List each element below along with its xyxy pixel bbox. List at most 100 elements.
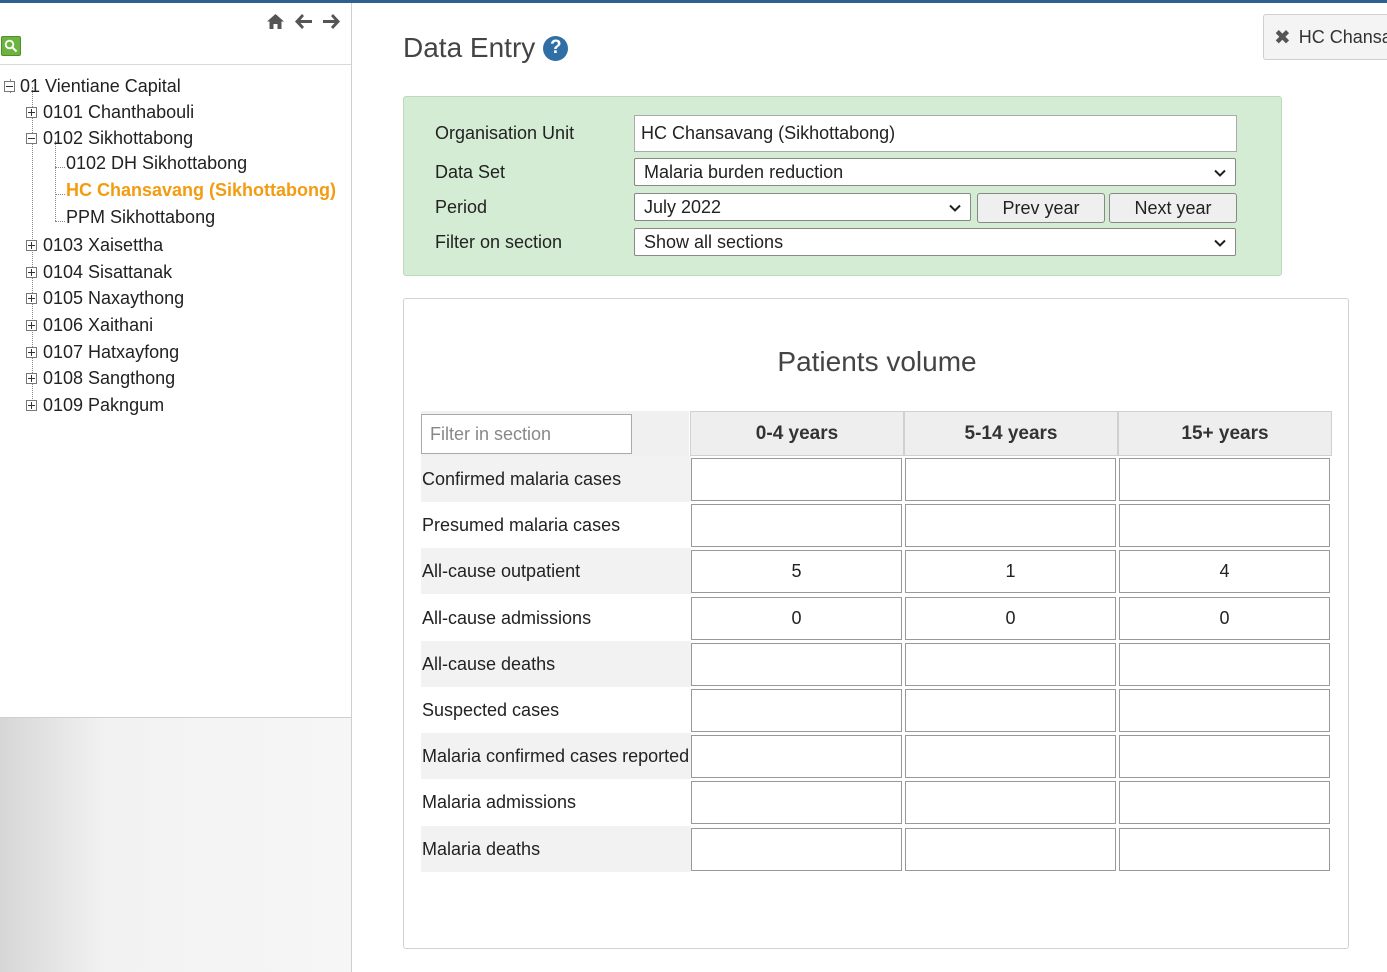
prev-year-button[interactable]: Prev year [977, 193, 1105, 223]
data-entry-cell[interactable] [1119, 504, 1330, 548]
tree-connector [55, 221, 65, 222]
row-label: All-cause deaths [421, 640, 691, 687]
chevron-down-icon [1214, 169, 1226, 177]
data-entry-cell[interactable] [1119, 781, 1330, 825]
tree-node-hc-chansavang-selected[interactable]: HC Chansavang (Sikhottabong) [66, 178, 336, 202]
home-icon[interactable] [265, 11, 285, 31]
chevron-down-icon [949, 204, 961, 212]
data-entry-cell[interactable]: 0 [905, 596, 1116, 640]
expand-toggle-icon[interactable] [26, 267, 37, 278]
row-label: Malaria confirmed cases reported [421, 733, 691, 780]
org-unit-field[interactable]: HC Chansavang (Sikhottabong) [634, 115, 1237, 152]
expand-toggle-icon[interactable] [26, 240, 37, 251]
tree-connector [55, 194, 65, 195]
column-header: 0-4 years [690, 411, 904, 456]
data-entry-cell[interactable] [905, 827, 1116, 871]
data-entry-cell[interactable] [905, 642, 1116, 686]
close-icon[interactable]: ✖ [1274, 25, 1291, 50]
arrow-left-icon[interactable] [293, 11, 313, 31]
data-entry-cell[interactable]: 0 [691, 596, 902, 640]
tree-node-label: HC Chansavang (Sikhottabong) [66, 180, 337, 200]
data-entry-cell[interactable]: 0 [1119, 596, 1330, 640]
tree-node-hatxayfong[interactable]: 0107 Hatxayfong [26, 340, 179, 364]
data-entry-cell[interactable] [905, 689, 1116, 732]
data-entry-cell[interactable] [1119, 689, 1330, 732]
tree-node-sisattanak[interactable]: 0104 Sisattanak [26, 260, 172, 284]
data-entry-cell[interactable] [691, 458, 902, 501]
row-label: Presumed malaria cases [422, 515, 621, 536]
period-select[interactable]: July 2022 [634, 193, 971, 221]
tree-node-xaisettha[interactable]: 0103 Xaisettha [26, 233, 163, 257]
data-entry-cell[interactable]: 1 [905, 550, 1116, 594]
arrow-right-icon[interactable] [321, 11, 341, 31]
tree-search-button[interactable] [1, 36, 21, 56]
data-entry-cell[interactable] [1119, 458, 1330, 501]
data-entry-cell[interactable] [691, 735, 902, 779]
sidebar-empty-area [0, 717, 351, 972]
expand-toggle-icon[interactable] [26, 293, 37, 304]
next-year-button[interactable]: Next year [1109, 193, 1237, 223]
tree-node-label: 0101 Chanthabouli [43, 102, 195, 122]
tree-node-dh-sikhottabong[interactable]: 0102 DH Sikhottabong [66, 151, 247, 175]
expand-toggle-icon[interactable] [26, 373, 37, 384]
tree-node-naxaythong[interactable]: 0105 Naxaythong [26, 286, 184, 310]
tree-node-label: 0102 Sikhottabong [43, 128, 194, 148]
data-entry-cell[interactable]: 4 [1119, 550, 1330, 594]
data-entry-cell[interactable] [691, 689, 902, 732]
filter-section-select[interactable]: Show all sections [634, 228, 1236, 256]
page-title-text: Data Entry [403, 32, 536, 63]
tree-node-label: 0104 Sisattanak [43, 262, 173, 282]
tree-node-label: 0106 Xaithani [43, 315, 154, 335]
data-entry-cell[interactable] [1119, 735, 1330, 779]
close-org-unit-tab[interactable]: ✖ HC Chansavang (Sikhottabong) [1263, 14, 1387, 60]
collapse-toggle-icon[interactable] [26, 133, 37, 144]
tree-connector [55, 167, 65, 168]
data-entry-cell[interactable]: 5 [691, 550, 902, 594]
tree-node-sikhottabong[interactable]: 0102 Sikhottabong [26, 126, 193, 150]
data-entry-cell[interactable] [691, 781, 902, 825]
tree-node-label: PPM Sikhottabong [66, 207, 216, 227]
org-unit-label: Organisation Unit [435, 123, 575, 143]
tree-node-label: 0103 Xaisettha [43, 235, 164, 255]
data-entry-cell[interactable] [1119, 827, 1330, 871]
help-icon[interactable]: ? [543, 35, 569, 61]
period-value: July 2022 [644, 196, 722, 217]
data-set-select[interactable]: Malaria burden reduction [634, 158, 1236, 186]
data-set-value: Malaria burden reduction [644, 161, 844, 182]
data-entry-cell[interactable] [691, 504, 902, 548]
data-entry-cell[interactable] [691, 827, 902, 871]
org-unit-tree: 01 Vientiane Capital 0101 Chanthabouli 0… [0, 69, 351, 714]
data-entry-cell[interactable] [905, 504, 1116, 548]
tree-node-pakngum[interactable]: 0109 Pakngum [26, 393, 164, 417]
row-label: Malaria admissions [422, 792, 577, 813]
chevron-down-icon [1214, 239, 1226, 247]
expand-toggle-icon[interactable] [26, 320, 37, 331]
selection-panel: Organisation Unit HC Chansavang (Sikhott… [403, 96, 1282, 276]
tree-nav-icons [265, 11, 341, 31]
expand-toggle-icon[interactable] [26, 107, 37, 118]
data-entry-cell[interactable] [1119, 642, 1330, 686]
collapse-toggle-icon[interactable] [4, 81, 15, 92]
period-label: Period [435, 197, 488, 217]
data-set-label: Data Set [435, 162, 506, 182]
expand-toggle-icon[interactable] [26, 347, 37, 358]
filter-section-label: Filter on section [435, 232, 563, 252]
section-title: Patients volume [777, 346, 977, 377]
row-label: Suspected cases [422, 700, 560, 720]
tree-node-ppm-sikhottabong[interactable]: PPM Sikhottabong [66, 205, 215, 229]
filter-section-value: Show all sections [644, 231, 784, 252]
data-entry-cell[interactable] [905, 781, 1116, 825]
tree-node-label: 0108 Sangthong [43, 368, 176, 388]
data-entry-cell[interactable] [905, 458, 1116, 501]
tree-node-chanthabouli[interactable]: 0101 Chanthabouli [26, 100, 194, 124]
tree-connector [55, 141, 56, 221]
expand-toggle-icon[interactable] [26, 400, 37, 411]
row-label: Confirmed malaria cases [421, 456, 691, 502]
tree-node-vientiane-capital[interactable]: 01 Vientiane Capital [4, 74, 181, 98]
data-entry-cell[interactable] [905, 735, 1116, 779]
data-entry-cell[interactable] [691, 642, 902, 686]
filter-in-section-input[interactable]: Filter in section [421, 414, 632, 454]
tree-node-sangthong[interactable]: 0108 Sangthong [26, 366, 175, 390]
tree-node-xaithani[interactable]: 0106 Xaithani [26, 313, 153, 337]
close-tab-label: HC Chansavang (Sikhottabong) [1298, 26, 1387, 47]
